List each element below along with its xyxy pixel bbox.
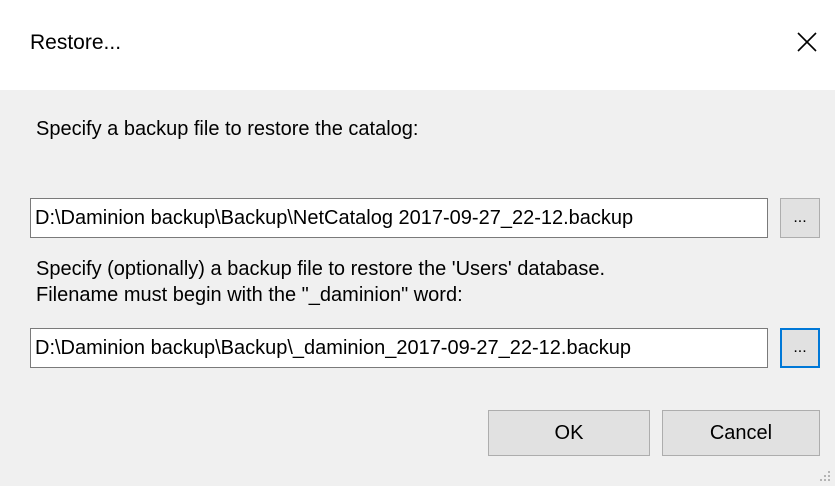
users-backup-path-input[interactable] bbox=[30, 328, 768, 368]
cancel-button[interactable]: Cancel bbox=[662, 410, 820, 456]
ok-button[interactable]: OK bbox=[488, 410, 650, 456]
dialog-body: Specify a backup file to restore the cat… bbox=[0, 90, 835, 486]
resize-grip-icon[interactable] bbox=[817, 468, 831, 482]
catalog-backup-path-input[interactable] bbox=[30, 198, 768, 238]
close-icon bbox=[797, 32, 817, 52]
title-bar[interactable]: Restore... bbox=[0, 0, 835, 90]
restore-dialog: Restore... Specify a backup file to rest… bbox=[0, 0, 835, 486]
catalog-browse-button[interactable]: ... bbox=[780, 198, 820, 238]
close-button[interactable] bbox=[785, 20, 829, 64]
users-backup-label-line2: Filename must begin with the "_daminion"… bbox=[36, 284, 463, 306]
window-title: Restore... bbox=[30, 31, 122, 54]
users-backup-label-line1: Specify (optionally) a backup file to re… bbox=[36, 258, 606, 280]
users-browse-button[interactable]: ... bbox=[780, 328, 820, 368]
catalog-backup-label: Specify a backup file to restore the cat… bbox=[36, 118, 419, 140]
